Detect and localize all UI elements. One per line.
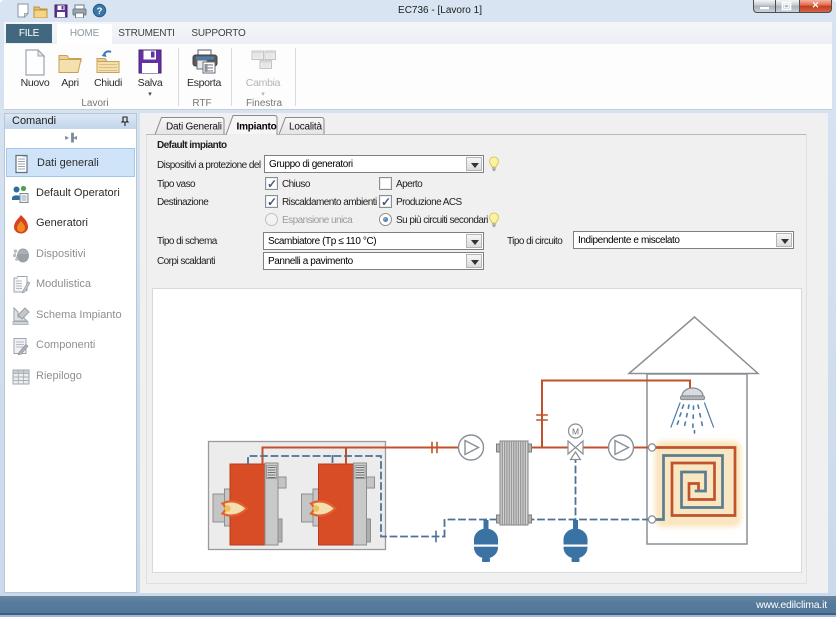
svg-text:Impianto: Impianto (237, 122, 277, 133)
svg-text:M: M (572, 427, 579, 437)
svg-text:Località: Località (289, 122, 323, 133)
svg-text:Dati Generali: Dati Generali (166, 122, 222, 133)
svg-text:?: ? (97, 6, 103, 17)
